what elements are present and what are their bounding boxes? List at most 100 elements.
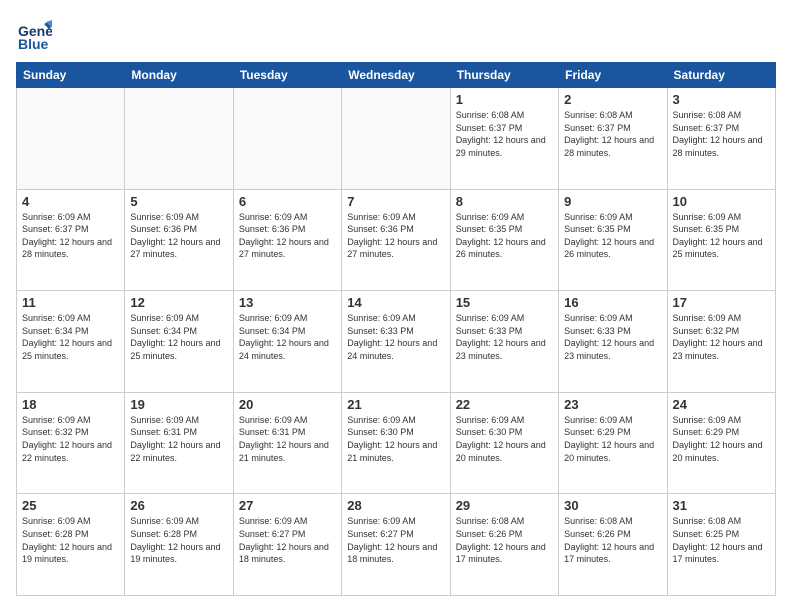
header: General Blue bbox=[16, 16, 776, 52]
day-number: 2 bbox=[564, 92, 661, 107]
day-detail: Sunrise: 6:09 AM Sunset: 6:37 PM Dayligh… bbox=[22, 211, 119, 261]
calendar-cell bbox=[17, 88, 125, 190]
calendar-cell: 3 Sunrise: 6:08 AM Sunset: 6:37 PM Daylig… bbox=[667, 88, 775, 190]
day-detail: Sunrise: 6:08 AM Sunset: 6:26 PM Dayligh… bbox=[564, 515, 661, 565]
calendar-cell: 20Sunrise: 6:09 AM Sunset: 6:31 PM Dayli… bbox=[233, 392, 341, 494]
day-number: 4 bbox=[22, 194, 119, 209]
calendar-cell: 25 Sunrise: 6:09 AM Sunset: 6:28 PM Dayli… bbox=[17, 494, 125, 596]
day-detail: Sunrise: 6:09 AM Sunset: 6:36 PM Dayligh… bbox=[130, 211, 227, 261]
day-detail: Sunrise: 6:09 AM Sunset: 6:28 PM Dayligh… bbox=[22, 515, 119, 565]
day-number: 27 bbox=[239, 498, 336, 513]
day-detail: Sunrise: 6:09 AM Sunset: 6:34 PM Dayligh… bbox=[22, 312, 119, 362]
day-detail: Sunrise: 6:09 AM Sunset: 6:30 PM Dayligh… bbox=[347, 414, 444, 464]
day-number: 19 bbox=[130, 397, 227, 412]
calendar-week-1: 1 Sunrise: 6:08 AM Sunset: 6:37 PM Daylig… bbox=[17, 88, 776, 190]
day-number: 24 bbox=[673, 397, 770, 412]
day-detail: Sunrise: 6:09 AM Sunset: 6:35 PM Dayligh… bbox=[564, 211, 661, 261]
calendar-week-4: 18 Sunrise: 6:09 AM Sunset: 6:32 PM Dayli… bbox=[17, 392, 776, 494]
day-number: 23 bbox=[564, 397, 661, 412]
day-detail: Sunrise: 6:09 AM Sunset: 6:35 PM Dayligh… bbox=[673, 211, 770, 261]
day-detail: Sunrise: 6:09 AM Sunset: 6:29 PM Dayligh… bbox=[564, 414, 661, 464]
day-number: 12 bbox=[130, 295, 227, 310]
day-number: 25 bbox=[22, 498, 119, 513]
calendar-cell: 2 Sunrise: 6:08 AM Sunset: 6:37 PM Daylig… bbox=[559, 88, 667, 190]
calendar-cell: 22Sunrise: 6:09 AM Sunset: 6:30 PM Dayli… bbox=[450, 392, 558, 494]
day-number: 16 bbox=[564, 295, 661, 310]
day-detail: Sunrise: 6:09 AM Sunset: 6:34 PM Dayligh… bbox=[130, 312, 227, 362]
calendar-cell: 5 Sunrise: 6:09 AM Sunset: 6:36 PM Daylig… bbox=[125, 189, 233, 291]
calendar-cell: 15 Sunrise: 6:09 AM Sunset: 6:33 PM Dayli… bbox=[450, 291, 558, 393]
calendar-table: SundayMondayTuesdayWednesdayThursdayFrid… bbox=[16, 62, 776, 596]
weekday-header-sunday: Sunday bbox=[17, 63, 125, 88]
weekday-header-monday: Monday bbox=[125, 63, 233, 88]
day-number: 9 bbox=[564, 194, 661, 209]
calendar-cell: 31 Sunrise: 6:08 AM Sunset: 6:25 PM Dayli… bbox=[667, 494, 775, 596]
day-detail: Sunrise: 6:09 AM Sunset: 6:36 PM Dayligh… bbox=[347, 211, 444, 261]
day-detail: Sunrise: 6:08 AM Sunset: 6:37 PM Dayligh… bbox=[564, 109, 661, 159]
weekday-header-tuesday: Tuesday bbox=[233, 63, 341, 88]
day-detail: Sunrise: 6:09 AM Sunset: 6:34 PM Dayligh… bbox=[239, 312, 336, 362]
calendar-cell bbox=[233, 88, 341, 190]
day-detail: Sunrise: 6:08 AM Sunset: 6:37 PM Dayligh… bbox=[456, 109, 553, 159]
day-number: 21 bbox=[347, 397, 444, 412]
day-number: 30 bbox=[564, 498, 661, 513]
day-number: 5 bbox=[130, 194, 227, 209]
calendar-cell: 11 Sunrise: 6:09 AM Sunset: 6:34 PM Dayli… bbox=[17, 291, 125, 393]
day-number: 1 bbox=[456, 92, 553, 107]
calendar-cell bbox=[342, 88, 450, 190]
calendar-week-2: 4 Sunrise: 6:09 AM Sunset: 6:37 PM Daylig… bbox=[17, 189, 776, 291]
day-detail: Sunrise: 6:09 AM Sunset: 6:32 PM Dayligh… bbox=[22, 414, 119, 464]
calendar-body: 1 Sunrise: 6:08 AM Sunset: 6:37 PM Daylig… bbox=[17, 88, 776, 596]
calendar-cell: 6 Sunrise: 6:09 AM Sunset: 6:36 PM Daylig… bbox=[233, 189, 341, 291]
day-detail: Sunrise: 6:08 AM Sunset: 6:37 PM Dayligh… bbox=[673, 109, 770, 159]
day-detail: Sunrise: 6:09 AM Sunset: 6:31 PM Dayligh… bbox=[130, 414, 227, 464]
day-number: 10 bbox=[673, 194, 770, 209]
day-detail: Sunrise: 6:09 AM Sunset: 6:27 PM Dayligh… bbox=[347, 515, 444, 565]
calendar-cell: 26 Sunrise: 6:09 AM Sunset: 6:28 PM Dayli… bbox=[125, 494, 233, 596]
day-number: 6 bbox=[239, 194, 336, 209]
weekday-header-wednesday: Wednesday bbox=[342, 63, 450, 88]
calendar-cell: 13 Sunrise: 6:09 AM Sunset: 6:34 PM Dayli… bbox=[233, 291, 341, 393]
day-number: 28 bbox=[347, 498, 444, 513]
calendar-cell: 18 Sunrise: 6:09 AM Sunset: 6:32 PM Dayli… bbox=[17, 392, 125, 494]
day-number: 17 bbox=[673, 295, 770, 310]
day-detail: Sunrise: 6:09 AM Sunset: 6:33 PM Dayligh… bbox=[456, 312, 553, 362]
calendar-cell: 30 Sunrise: 6:08 AM Sunset: 6:26 PM Dayli… bbox=[559, 494, 667, 596]
day-detail: Sunrise: 6:08 AM Sunset: 6:26 PM Dayligh… bbox=[456, 515, 553, 565]
page: General Blue SundayMondayTuesdayWednesda… bbox=[0, 0, 792, 612]
calendar-cell: 14Sunrise: 6:09 AM Sunset: 6:33 PM Dayli… bbox=[342, 291, 450, 393]
day-detail: Sunrise: 6:08 AM Sunset: 6:25 PM Dayligh… bbox=[673, 515, 770, 565]
calendar-cell: 23 Sunrise: 6:09 AM Sunset: 6:29 PM Dayli… bbox=[559, 392, 667, 494]
calendar-cell: 1 Sunrise: 6:08 AM Sunset: 6:37 PM Daylig… bbox=[450, 88, 558, 190]
calendar-cell: 4 Sunrise: 6:09 AM Sunset: 6:37 PM Daylig… bbox=[17, 189, 125, 291]
day-number: 13 bbox=[239, 295, 336, 310]
day-detail: Sunrise: 6:09 AM Sunset: 6:30 PM Dayligh… bbox=[456, 414, 553, 464]
day-number: 7 bbox=[347, 194, 444, 209]
day-detail: Sunrise: 6:09 AM Sunset: 6:32 PM Dayligh… bbox=[673, 312, 770, 362]
day-detail: Sunrise: 6:09 AM Sunset: 6:36 PM Dayligh… bbox=[239, 211, 336, 261]
calendar-header: SundayMondayTuesdayWednesdayThursdayFrid… bbox=[17, 63, 776, 88]
calendar-cell: 28 Sunrise: 6:09 AM Sunset: 6:27 PM Dayli… bbox=[342, 494, 450, 596]
day-number: 18 bbox=[22, 397, 119, 412]
calendar-cell bbox=[125, 88, 233, 190]
day-number: 26 bbox=[130, 498, 227, 513]
day-number: 15 bbox=[456, 295, 553, 310]
calendar-cell: 8Sunrise: 6:09 AM Sunset: 6:35 PM Daylig… bbox=[450, 189, 558, 291]
weekday-header-saturday: Saturday bbox=[667, 63, 775, 88]
day-detail: Sunrise: 6:09 AM Sunset: 6:28 PM Dayligh… bbox=[130, 515, 227, 565]
weekday-header-row: SundayMondayTuesdayWednesdayThursdayFrid… bbox=[17, 63, 776, 88]
day-detail: Sunrise: 6:09 AM Sunset: 6:29 PM Dayligh… bbox=[673, 414, 770, 464]
day-number: 3 bbox=[673, 92, 770, 107]
calendar-week-3: 11 Sunrise: 6:09 AM Sunset: 6:34 PM Dayli… bbox=[17, 291, 776, 393]
weekday-header-friday: Friday bbox=[559, 63, 667, 88]
day-detail: Sunrise: 6:09 AM Sunset: 6:35 PM Dayligh… bbox=[456, 211, 553, 261]
calendar-cell: 19 Sunrise: 6:09 AM Sunset: 6:31 PM Dayli… bbox=[125, 392, 233, 494]
day-number: 31 bbox=[673, 498, 770, 513]
calendar-cell: 21 Sunrise: 6:09 AM Sunset: 6:30 PM Dayli… bbox=[342, 392, 450, 494]
calendar-cell: 17 Sunrise: 6:09 AM Sunset: 6:32 PM Dayli… bbox=[667, 291, 775, 393]
calendar-cell: 16 Sunrise: 6:09 AM Sunset: 6:33 PM Dayli… bbox=[559, 291, 667, 393]
day-detail: Sunrise: 6:09 AM Sunset: 6:27 PM Dayligh… bbox=[239, 515, 336, 565]
day-detail: Sunrise: 6:09 AM Sunset: 6:33 PM Dayligh… bbox=[564, 312, 661, 362]
day-number: 11 bbox=[22, 295, 119, 310]
day-number: 14 bbox=[347, 295, 444, 310]
